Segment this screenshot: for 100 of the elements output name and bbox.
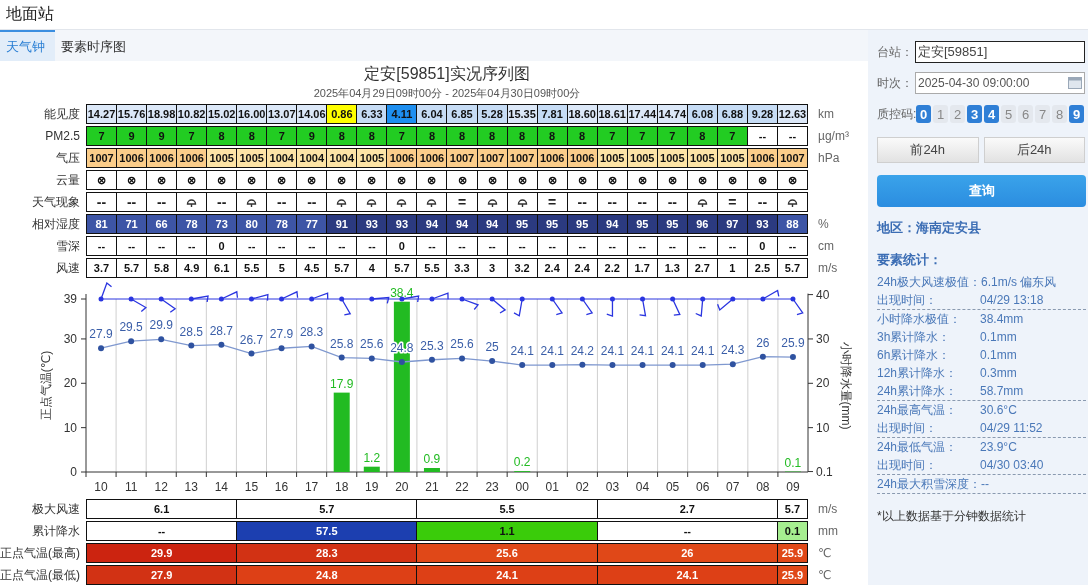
unit-label: % <box>817 217 829 231</box>
table-cell: 77 <box>297 215 327 233</box>
table-cell: 9 <box>297 127 327 145</box>
table-cell: 3.3 <box>447 259 477 277</box>
table-cell: 1006 <box>747 149 777 167</box>
table-cell: 81 <box>87 215 117 233</box>
table-cell: 95 <box>627 215 657 233</box>
table-cell: 0 <box>747 237 777 255</box>
axis-label: 20 <box>395 480 409 494</box>
table-cell: 7 <box>597 127 627 145</box>
table-cell: -- <box>567 193 597 211</box>
axis-label: 05 <box>665 480 680 494</box>
table-cell: 7 <box>387 127 417 145</box>
table-cell: 5.8 <box>147 259 177 277</box>
table-cell: ⊗ <box>387 171 417 189</box>
table-cell: 93 <box>387 215 417 233</box>
table-cell: -- <box>597 193 627 211</box>
quality-code-toggle[interactable]: 6 <box>1018 105 1033 123</box>
axis-label: 0.1 <box>816 464 833 479</box>
table-cell: = <box>717 193 747 211</box>
data-label: 38.4 <box>390 285 414 300</box>
data-label: 28.5 <box>179 324 203 339</box>
axis-label: 16 <box>274 480 289 494</box>
axis-label: 13 <box>184 480 198 494</box>
table-cell: ⊗ <box>87 171 117 189</box>
table-cell: -- <box>267 193 297 211</box>
axis-title: 正点气温(℃) <box>39 350 53 421</box>
table-cell: 9.28 <box>747 105 777 123</box>
axis-label: 10 <box>63 420 77 435</box>
table-cell: -- <box>87 237 117 255</box>
unit-label: km <box>817 107 834 121</box>
table-cell: 8 <box>567 127 597 145</box>
axis-label: 08 <box>756 480 770 494</box>
data-point <box>308 343 315 350</box>
axis-label: 00 <box>515 480 529 494</box>
data-label: 27.9 <box>89 327 113 342</box>
table-cell: 4.9 <box>177 259 207 277</box>
table-cell: 10.82 <box>177 105 207 123</box>
data-label: 24.1 <box>691 344 715 359</box>
table-cell: 5.28 <box>477 105 507 123</box>
row-label: 极大风速 <box>31 500 81 518</box>
row-label: PM2.5 <box>44 129 81 143</box>
quality-code-toggle[interactable]: 9 <box>1069 105 1084 123</box>
nav-button[interactable]: 后24h <box>983 137 1085 163</box>
quality-code-toggle[interactable]: 7 <box>1035 105 1050 123</box>
quality-code-toggle[interactable]: 2 <box>950 105 965 123</box>
table-cell: 7 <box>267 127 297 145</box>
stat-value: 23.9°C <box>980 440 1017 454</box>
date-field[interactable]: 2025-04-30 09:00:00 <box>915 72 1085 94</box>
table-cell: 94 <box>597 215 627 233</box>
table-cell: 94 <box>477 215 507 233</box>
station-field[interactable]: 定安[59851] <box>915 41 1085 63</box>
quality-code-toggle[interactable]: 1 <box>933 105 948 123</box>
data-point <box>188 342 195 349</box>
quality-code-toggle[interactable]: 0 <box>916 105 931 123</box>
axis-label: 06 <box>696 480 710 494</box>
axis-label: 09 <box>786 480 800 494</box>
axis-label: 10 <box>94 480 108 494</box>
axis-label: 01 <box>545 480 559 494</box>
table-cell: ⊗ <box>357 171 387 189</box>
table-cell: 1006 <box>117 149 147 167</box>
cloud-icon <box>366 196 378 208</box>
tab[interactable]: 要素时序图 <box>55 30 136 61</box>
table-cell: -- <box>597 237 627 255</box>
quality-code-toggle[interactable]: 8 <box>1052 105 1067 123</box>
stat-label: 出现时间： <box>877 291 938 309</box>
table-cell: 2.7 <box>687 259 717 277</box>
quality-code-toggle[interactable]: 5 <box>1001 105 1016 123</box>
cloud-icon <box>426 196 438 208</box>
data-label: 25.9 <box>781 336 805 351</box>
table-cell: 7.81 <box>537 105 567 123</box>
nav-button[interactable]: 前24h <box>877 137 979 163</box>
table-cell: 1005 <box>687 149 717 167</box>
data-label: 25.3 <box>420 338 444 353</box>
table-cell: 6.1 <box>87 500 237 518</box>
quality-code-toggle[interactable]: 4 <box>984 105 999 123</box>
table-cell: 95 <box>507 215 537 233</box>
tab[interactable]: 天气钟 <box>0 30 55 61</box>
table-cell: 0 <box>387 237 417 255</box>
precipitation-bar <box>423 468 440 472</box>
axis-label: 30 <box>816 331 830 346</box>
stat-value: 0.1mm <box>980 348 1017 362</box>
table-cell: 94 <box>447 215 477 233</box>
table-cell: ⊗ <box>507 171 537 189</box>
row-label: 能见度 <box>43 105 81 123</box>
table-cell: -- <box>147 237 177 255</box>
table-cell: ⊗ <box>687 171 717 189</box>
table-cell: 4 <box>357 259 387 277</box>
table-cell: 5.7 <box>387 259 417 277</box>
quality-code-toggle[interactable]: 3 <box>967 105 982 123</box>
cloud-icon <box>786 196 798 208</box>
unit-label: µg/m³ <box>817 129 849 143</box>
cloud-icon <box>246 196 258 208</box>
table-cell: -- <box>507 237 537 255</box>
axis-label: 20 <box>63 376 77 391</box>
calendar-icon[interactable] <box>1068 77 1082 89</box>
field-label: 质控码: <box>877 105 916 123</box>
table-cell: 28.3 <box>237 544 417 562</box>
query-button[interactable]: 查询 <box>877 175 1086 207</box>
cloud-icon <box>336 196 348 208</box>
